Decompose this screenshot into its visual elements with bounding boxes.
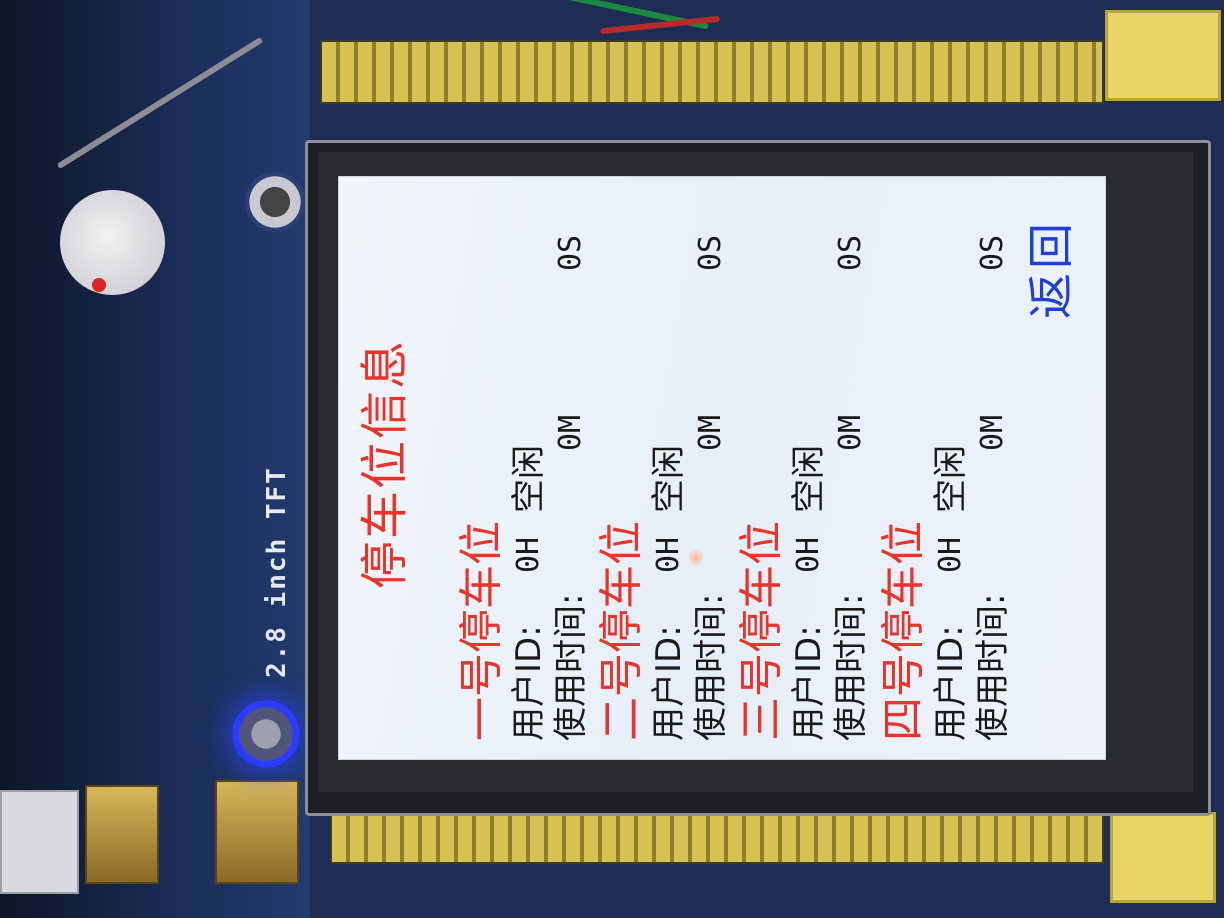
usb-port-2 <box>215 780 299 884</box>
usb-port-1 <box>85 785 159 884</box>
screen-title: 停车位信息 <box>357 338 413 589</box>
time-row: 使用时间: 0M 0S <box>691 235 731 741</box>
usage-time-label: 使用时间: <box>831 593 871 741</box>
user-id-value: 0H <box>933 536 968 573</box>
buzzer <box>60 190 165 295</box>
mount-hole <box>245 172 305 232</box>
parking-slot-4: 四号停车位 用户ID: 0H 空闲 使用时间: 0M 0S <box>878 181 1019 741</box>
slot-status: 空闲 <box>789 445 829 513</box>
slot-status: 空闲 <box>931 445 971 513</box>
usage-seconds: 0S <box>833 234 868 271</box>
pin-header-top <box>320 40 1104 104</box>
usage-time-label: 使用时间: <box>551 593 591 741</box>
slot-title: 三号停车位 <box>736 521 787 741</box>
user-row: 用户ID: 0H 空闲 <box>789 445 829 741</box>
usage-seconds: 0S <box>693 234 728 271</box>
user-row: 用户ID: 0H 空闲 <box>931 445 971 741</box>
usage-seconds: 0S <box>975 234 1010 271</box>
slot-title: 一号停车位 <box>456 521 507 741</box>
slot-status: 空闲 <box>649 445 689 513</box>
user-row: 用户ID: 0H 空闲 <box>649 445 689 741</box>
usage-minutes: 0M <box>975 414 1010 451</box>
time-row: 使用时间: 0M 0S <box>831 235 871 741</box>
usage-minutes: 0M <box>553 414 588 451</box>
parking-slot-1: 一号停车位 用户ID: 0H 空闲 使用时间: 0M 0S <box>456 181 597 741</box>
user-id-value: 0H <box>511 536 546 573</box>
user-id-value: 0H <box>651 536 686 573</box>
light-glare <box>689 547 703 569</box>
connector-bottom-right <box>1110 812 1216 903</box>
lcd-display: 停车位信息 一号停车位 用户ID: 0H 空闲 使用时间: 0M 0S 二号停车… <box>338 176 1106 760</box>
usage-time-label: 使用时间: <box>973 593 1013 741</box>
screw-with-blue-led <box>232 700 300 768</box>
time-row: 使用时间: 0M 0S <box>973 235 1013 741</box>
usage-time-label: 使用时间: <box>691 593 731 741</box>
user-row: 用户ID: 0H 空闲 <box>509 445 549 741</box>
user-id-label: 用户ID: <box>931 625 971 741</box>
connector-top-right <box>1105 10 1221 101</box>
user-id-label: 用户ID: <box>509 625 549 741</box>
user-id-value: 0H <box>791 536 826 573</box>
parking-info-screen: 停车位信息 一号停车位 用户ID: 0H 空闲 使用时间: 0M 0S 二号停车… <box>339 177 1105 759</box>
slot-status: 空闲 <box>509 445 549 513</box>
user-id-label: 用户ID: <box>789 625 829 741</box>
back-button[interactable]: 返回 <box>1021 209 1081 329</box>
slot-title: 四号停车位 <box>878 521 929 741</box>
photo-scene: 2.8 inch TFT 停车位信息 一号停车位 用户ID: 0H 空闲 使用时… <box>0 0 1224 918</box>
parking-slot-2: 二号停车位 用户ID: 0H 空闲 使用时间: 0M 0S <box>596 181 737 741</box>
white-connector <box>0 790 79 894</box>
buzzer-marker <box>92 278 106 292</box>
tft-board-label: 2.8 inch TFT <box>262 466 292 678</box>
usage-seconds: 0S <box>553 234 588 271</box>
usage-minutes: 0M <box>833 414 868 451</box>
slot-title: 二号停车位 <box>596 521 647 741</box>
usage-minutes: 0M <box>693 414 728 451</box>
user-id-label: 用户ID: <box>649 625 689 741</box>
parking-slot-3: 三号停车位 用户ID: 0H 空闲 使用时间: 0M 0S <box>736 181 877 741</box>
time-row: 使用时间: 0M 0S <box>551 235 591 741</box>
